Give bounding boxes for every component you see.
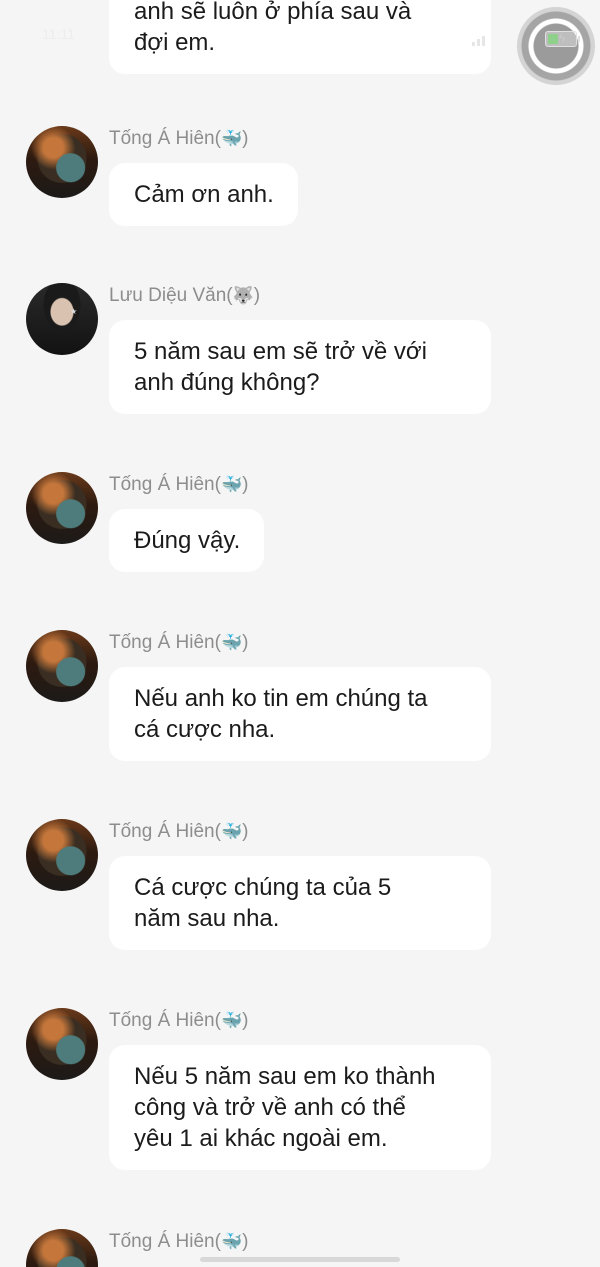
- message-bubble[interactable]: Đúng vậy.: [109, 509, 265, 572]
- message-bubble-partial[interactable]: anh sẽ luôn ở phía sau và đợi em.: [109, 0, 491, 74]
- avatar[interactable]: ★: [26, 283, 98, 355]
- whale-icon: 🐳: [220, 1232, 243, 1251]
- home-indicator[interactable]: [200, 1257, 400, 1262]
- battery-icon: ϟ: [545, 31, 580, 47]
- status-time: 11:11: [42, 26, 75, 42]
- avatar[interactable]: [26, 819, 98, 891]
- message-line: 5 năm sau em sẽ trở về với: [134, 338, 427, 365]
- message-line: Cảm ơn anh.: [134, 181, 274, 208]
- message-line: Đúng vậy.: [134, 527, 241, 554]
- message-bubble[interactable]: 5 năm sau em sẽ trở về với anh đúng khôn…: [109, 320, 491, 414]
- avatar[interactable]: [26, 1229, 98, 1267]
- signal-icon: [472, 34, 492, 46]
- message-line: yêu 1 ai khác ngoài em.: [134, 1125, 388, 1152]
- sender-name: Tống Á Hiên(🐳): [109, 474, 249, 495]
- avatar[interactable]: [26, 472, 98, 544]
- message-line: năm sau nha.: [134, 905, 280, 932]
- sender-name: Tống Á Hiên(🐳): [109, 1231, 249, 1252]
- message-line: đợi em.: [134, 29, 216, 56]
- message-bubble[interactable]: Cảm ơn anh.: [109, 163, 298, 226]
- sender-name: Tống Á Hiên(🐳): [109, 1010, 249, 1031]
- sender-name: Lưu Diệu Văn(🐺): [109, 285, 261, 306]
- whale-icon: 🐳: [220, 475, 243, 494]
- message-line: Nếu anh ko tin em chúng ta: [134, 685, 428, 712]
- battery-level: [548, 34, 558, 44]
- message-bubble[interactable]: Nếu anh ko tin em chúng ta cá cược nha.: [109, 667, 491, 761]
- wolf-icon: 🐺: [232, 286, 254, 305]
- sender-name: Tống Á Hiên(🐳): [109, 128, 249, 149]
- message-bubble[interactable]: Nếu 5 năm sau em ko thành công và trở về…: [109, 1045, 491, 1170]
- avatar[interactable]: [26, 630, 98, 702]
- sender-name: Tống Á Hiên(🐳): [109, 821, 249, 842]
- message-line: công và trở về anh có thể: [134, 1094, 406, 1121]
- message-line: Nếu 5 năm sau em ko thành: [134, 1063, 436, 1090]
- whale-icon: 🐳: [220, 822, 243, 841]
- charging-bolt-icon: ϟ: [559, 31, 566, 45]
- message-line: cá cược nha.: [134, 716, 276, 743]
- avatar[interactable]: [26, 126, 98, 198]
- sender-name: Tống Á Hiên(🐳): [109, 632, 249, 653]
- whale-icon: 🐳: [220, 1011, 243, 1030]
- message-line: anh đúng không?: [134, 369, 320, 396]
- message-bubble[interactable]: Cá cược chúng ta của 5 năm sau nha.: [109, 856, 491, 950]
- message-line: anh sẽ luôn ở phía sau và: [134, 0, 412, 25]
- message-line: Cá cược chúng ta của 5: [134, 874, 392, 901]
- whale-icon: 🐳: [220, 129, 243, 148]
- chat-screen: anh sẽ luôn ở phía sau và đợi em. 11:11 …: [0, 0, 600, 1267]
- whale-icon: 🐳: [220, 633, 243, 652]
- avatar[interactable]: [26, 1008, 98, 1080]
